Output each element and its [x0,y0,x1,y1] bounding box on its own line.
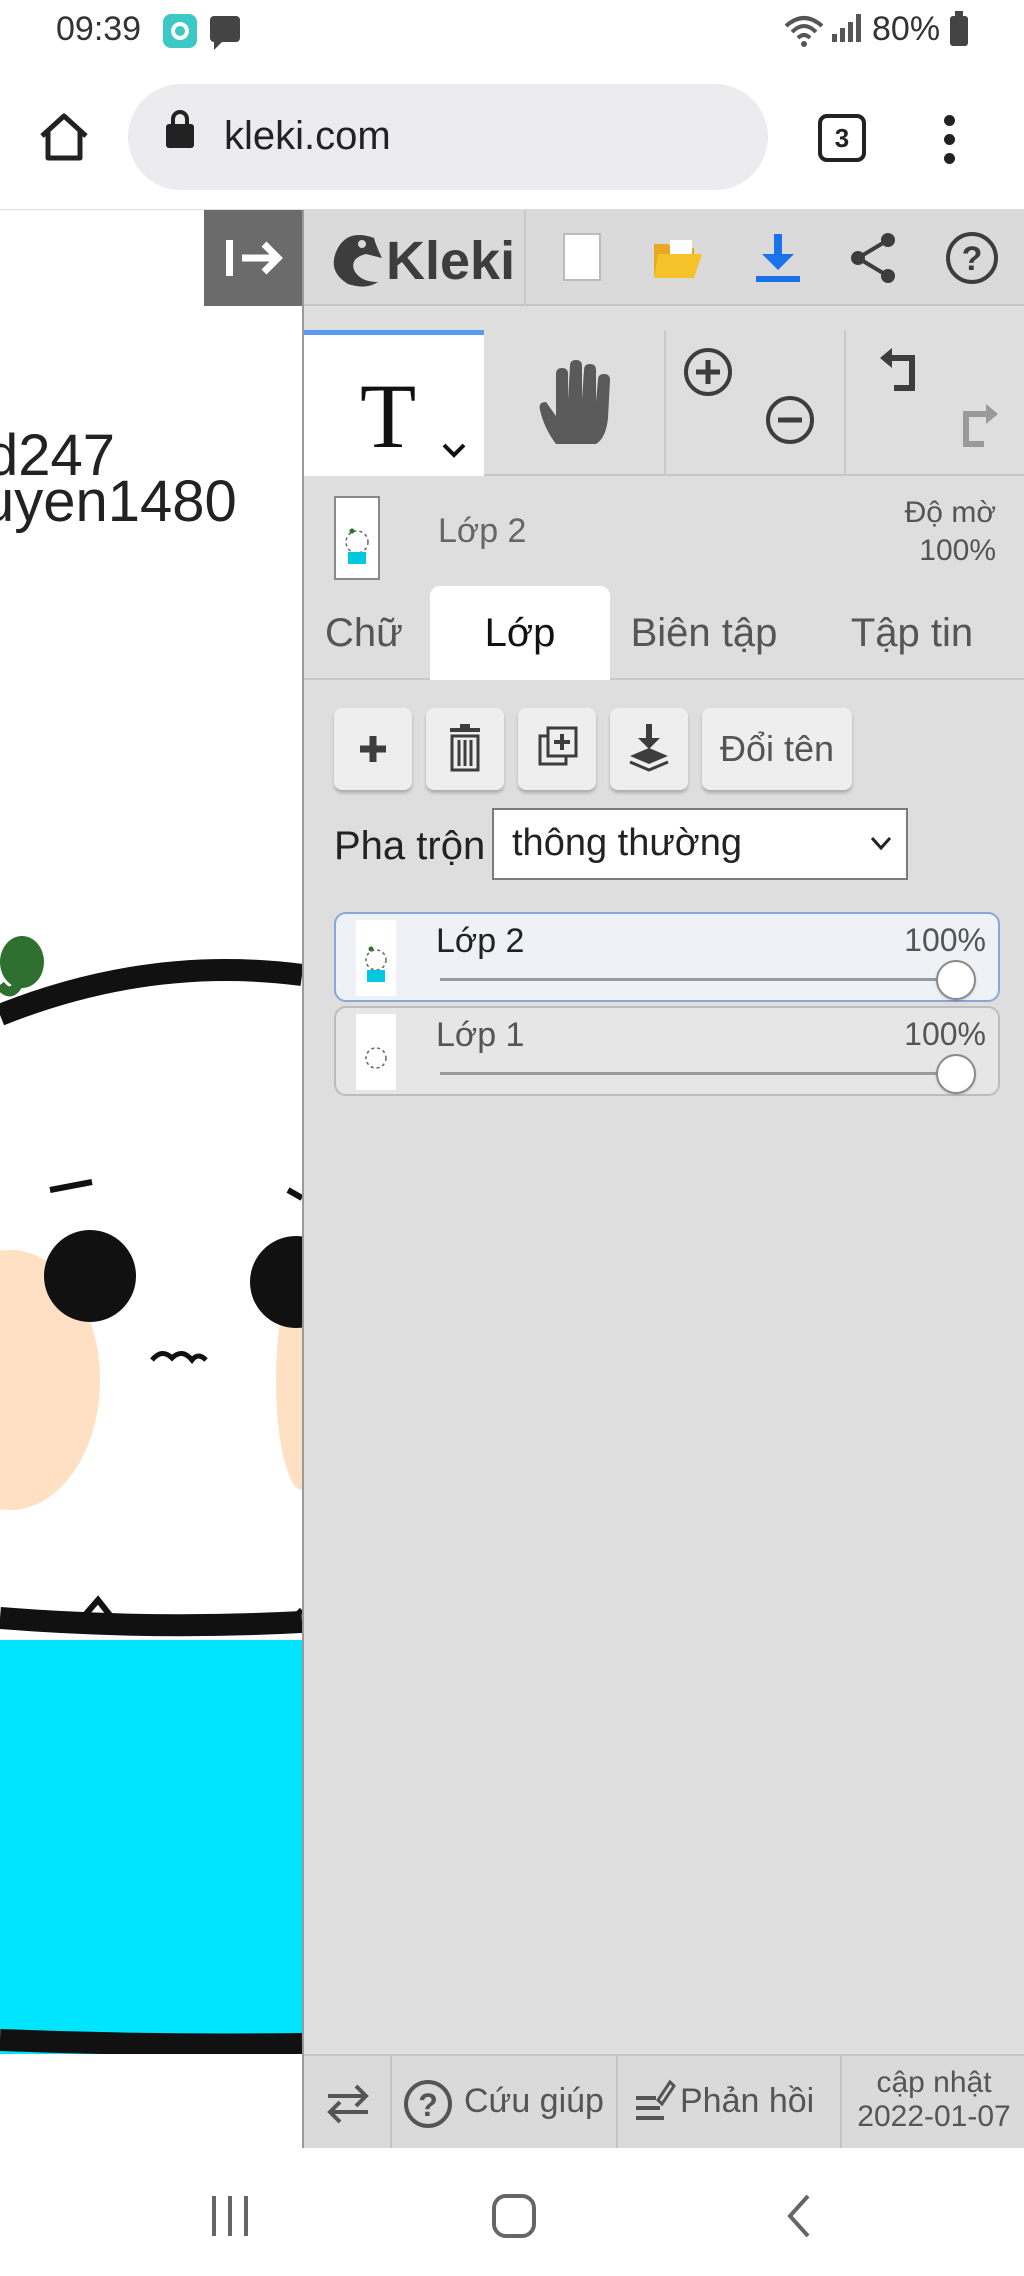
chevron-down-icon[interactable] [440,441,468,461]
side-panel: Kleki ? T Lớp 2 Độ mờ 100% Chữ Lớp Biên … [302,210,1024,2150]
recent-apps-icon[interactable] [200,2186,260,2246]
help-button[interactable]: ? Cứu giúp [396,2056,610,2150]
chevron-down-icon [870,836,892,851]
panel-tabs: Chữ Lớp Biên tập Tập tin [304,586,1024,680]
merge-down-button[interactable] [610,708,688,790]
tab-text[interactable]: Chữ [304,586,424,680]
trash-icon [450,724,480,772]
tab-edit[interactable]: Biên tập [610,586,798,680]
panel-footer: ? Cứu giúp Phản hồi cập nhật 2022-01-07 [304,2054,1024,2150]
open-folder-icon[interactable] [650,230,706,286]
panel-top-bar: Kleki ? [304,210,1024,306]
svg-text:?: ? [962,240,983,278]
hand-tool-button[interactable] [484,330,666,476]
update-info[interactable]: cập nhật 2022-01-07 [842,2056,1024,2150]
zoom-out-icon[interactable] [762,392,818,448]
back-icon[interactable] [770,2186,830,2246]
message-notification-icon [210,16,240,50]
zoom-in-icon[interactable] [680,344,736,400]
drawing-canvas[interactable]: d247 uyen1480 [0,210,302,2148]
active-layer-name: Lớp 2 [438,512,527,550]
active-layer-info: Lớp 2 Độ mờ 100% [304,476,1024,586]
home-icon[interactable] [36,108,92,164]
rename-layer-button[interactable]: Đổi tên [702,708,852,790]
address-bar[interactable]: kleki.com [128,84,768,190]
status-time: 09:39 [56,10,142,48]
duplicate-icon [538,726,578,766]
url-text: kleki.com [224,114,391,158]
feedback-icon [636,2079,676,2120]
help-icon[interactable]: ? [944,230,1000,286]
rename-label: Đổi tên [719,728,835,769]
opacity-label: Độ mờ [904,496,996,529]
tab-layers[interactable]: Lớp [430,586,610,680]
app-notification-icon [163,14,197,48]
update-label: cập nhật [876,2066,992,2099]
undo-icon[interactable] [872,344,932,400]
kleki-logo-text: Kleki [386,231,516,291]
help-label: Cứu giúp [464,2082,604,2120]
help-icon: ? [404,2080,452,2128]
layer-2-name: Lớp 2 [436,922,525,960]
tab-file[interactable]: Tập tin [798,586,1024,680]
update-date: 2022-01-07 [857,2100,1011,2133]
opacity-readout: Độ mờ 100% [905,494,996,570]
layer-2-opacity: 100% [904,922,986,958]
delete-layer-button[interactable] [426,708,504,790]
share-icon[interactable] [846,230,902,286]
blend-mode-label: Pha trộn [334,824,486,868]
text-tool-button[interactable]: T [304,330,484,476]
tool-row: T [304,330,1024,476]
swap-icon[interactable] [320,2076,376,2132]
canvas-text-line-2: uyen1480 [0,469,237,534]
blend-mode-value: thông thường [512,822,742,864]
battery-percent: 80% [872,10,941,48]
svg-text:?: ? [418,2087,438,2123]
browser-toolbar: kleki.com 3 [0,64,1024,210]
active-layer-thumbnail [334,496,380,580]
system-nav-bar [0,2148,1024,2276]
layer-1-opacity: 100% [904,1016,986,1052]
kleki-logo[interactable]: Kleki [326,224,522,292]
layer-item-1[interactable]: Lớp 1 100% [334,1006,1000,1096]
new-image-icon[interactable] [554,230,610,286]
opacity-value: 100% [919,534,996,567]
battery-icon [950,11,968,46]
feedback-button[interactable]: Phản hồi [622,2056,836,2150]
signal-icon [832,14,864,42]
hand-icon [539,360,610,444]
home-nav-icon[interactable] [484,2186,544,2246]
history-tools [846,330,1024,476]
redo-icon[interactable] [946,400,1006,456]
layer-1-thumbnail [356,1014,396,1090]
feedback-label: Phản hồi [680,2082,815,2120]
layer-2-opacity-slider[interactable] [936,960,976,1000]
collapse-panel-icon [226,240,283,276]
download-icon[interactable] [750,230,806,286]
status-bar: 09:39 80% [0,0,1024,64]
layer-1-opacity-track [440,1072,966,1075]
layer-1-opacity-slider[interactable] [936,1054,976,1094]
collapse-panel-button[interactable] [204,210,302,306]
layer-2-opacity-track [440,978,966,981]
layer-2-thumbnail [356,920,396,996]
add-layer-button[interactable] [334,708,412,790]
wifi-icon [784,16,824,47]
layer-1-name: Lớp 1 [436,1016,525,1054]
zoom-tools [666,330,846,476]
blend-mode-select[interactable]: thông thường [492,808,908,880]
kleki-logo-icon [333,235,382,287]
duplicate-layer-button[interactable] [518,708,596,790]
add-layer-icon [360,736,386,762]
layer-item-2[interactable]: Lớp 2 100% [334,912,1000,1002]
merge-down-icon [629,724,669,772]
tab-switcher-button[interactable]: 3 [818,114,866,162]
lock-icon [166,110,194,148]
more-vert-icon[interactable] [934,110,964,170]
text-tool-label: T [360,365,417,467]
